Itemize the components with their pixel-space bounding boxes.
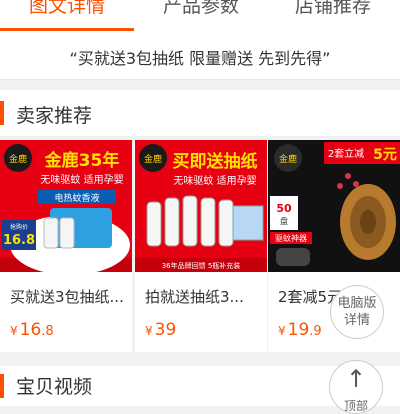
card-footer: 36年品牌回馈 5瓶补充装 <box>162 261 241 270</box>
box-label: 驱蚊神器 <box>275 233 307 243</box>
box-count: 50 <box>276 202 292 215</box>
price-tag-value: 16.8 <box>3 233 35 248</box>
brand-logo: 金鹿 <box>279 153 297 165</box>
card-headline-value: 5元 <box>373 147 397 163</box>
product-label: 电热蚊香液 <box>54 192 99 204</box>
section-accent-bar <box>0 374 4 398</box>
promo-banner: “买就送3包抽纸 限量赠送 先到先得” <box>0 31 400 80</box>
card-subline: 无味驱蚊 适用孕婴 <box>173 174 256 187</box>
card-headline: 金鹿35年 <box>44 150 120 171</box>
product-card[interactable]: 金鹿 买即送抽纸 无味驱蚊 适用孕婴 36年品牌回馈 5瓶补充装 拍就送抽纸3.… <box>135 140 267 352</box>
section-header: 卖家推荐 <box>0 90 400 137</box>
product-image: 金鹿 2套立减 5元 50 盘 驱蚊神器 <box>268 140 400 272</box>
arrow-up-icon: ↑ <box>345 365 367 393</box>
price-tag-label: 抢购价 <box>10 223 28 231</box>
tab-graphic-details[interactable]: 图文详情 <box>0 0 134 18</box>
pc-badge-line2: 详情 <box>343 313 370 328</box>
pc-version-details-button[interactable]: 电脑版 详情 <box>330 285 384 339</box>
product-price: ¥19.9 <box>278 320 322 340</box>
card-footer: 35年品牌值 荣获大奖 <box>32 261 99 270</box>
section-title: 宝贝视频 <box>16 376 93 398</box>
tab-bar: 图文详情 产品参数 店铺推荐 <box>0 0 400 31</box>
card-headline: 买即送抽纸 <box>173 151 258 172</box>
back-to-top-button[interactable]: ↑ 顶部 <box>329 360 383 414</box>
brand-logo: 金鹿 <box>9 153 27 165</box>
product-name: 拍就送抽纸3... <box>145 288 244 306</box>
card-subline: 无味驱蚊 适用孕婴 <box>40 173 123 186</box>
box-unit: 盘 <box>280 216 288 226</box>
product-card[interactable]: 金鹿 金鹿35年 无味驱蚊 适用孕婴 电热蚊香液 抢购价 16.8 35年品牌值… <box>0 140 132 352</box>
section-title: 卖家推荐 <box>16 105 93 127</box>
section-accent-bar <box>0 101 4 125</box>
pc-badge-line1: 电脑版 <box>337 296 377 311</box>
tab-store-recommend[interactable]: 店铺推荐 <box>266 0 400 18</box>
tab-product-params[interactable]: 产品参数 <box>134 0 268 18</box>
product-price: ¥39 <box>145 320 177 340</box>
product-image: 金鹿 买即送抽纸 无味驱蚊 适用孕婴 36年品牌回馈 5瓶补充装 <box>135 140 267 272</box>
product-price: ¥16.8 <box>10 320 54 340</box>
product-image: 金鹿 金鹿35年 无味驱蚊 适用孕婴 电热蚊香液 抢购价 16.8 35年品牌值… <box>0 140 132 272</box>
brand-logo: 金鹿 <box>144 153 162 165</box>
card-headline: 2套立减 <box>328 147 364 160</box>
product-name: 买就送3包抽纸... <box>10 288 124 306</box>
promo-text: “买就送3包抽纸 限量赠送 先到先得” <box>69 49 331 68</box>
